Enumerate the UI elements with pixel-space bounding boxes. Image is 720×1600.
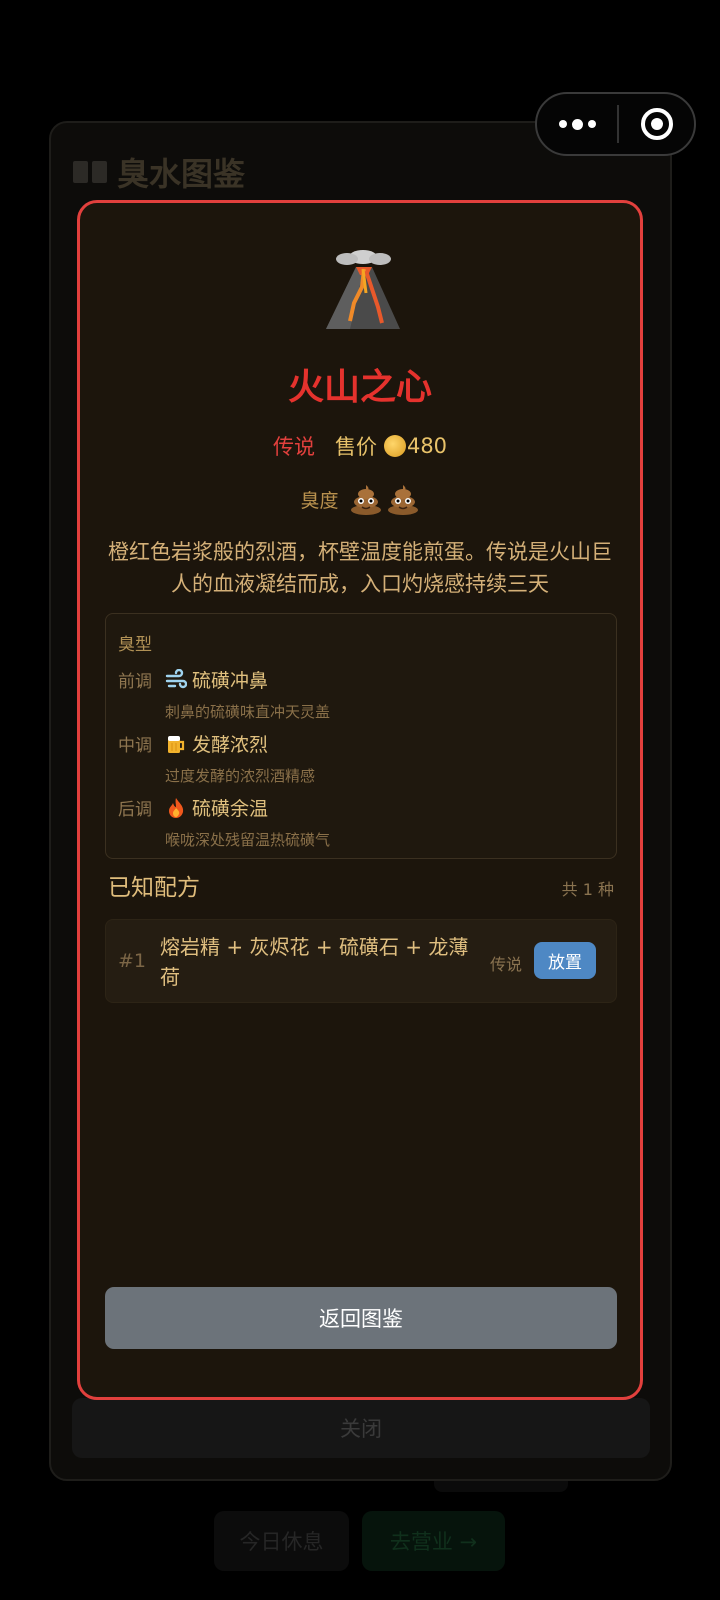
target-circle-icon[interactable] [619,94,694,154]
open-shop-button[interactable]: 去营业 → [362,1511,505,1571]
poop-icon [387,485,418,515]
price-value: 480 [406,434,448,458]
drink-name: 火山之心 [287,367,432,408]
rest-today-button[interactable]: 今日休息 [214,1511,349,1571]
recipes-count: 共 1 种 [561,880,614,899]
recipe-ingredients: 熔岩精 + 灰烬花 + 硫磺石 + 龙薄荷 [160,935,469,989]
volcano-icon [326,250,400,329]
scent-title: 臭型 [118,635,152,655]
note-label: 前调 [118,672,152,692]
note-name: 硫磺冲鼻 [192,670,269,692]
more-dots-icon[interactable] [537,94,617,154]
note-name: 硫磺余温 [192,798,269,820]
recipe-index: #1 [118,950,147,972]
note-label: 后调 [118,800,152,820]
stink-rating [349,483,420,515]
note-description: 喉咙深处残留温热硫磺气 [165,831,331,849]
codex-close-button[interactable]: 关闭 [72,1398,650,1458]
note-description: 刺鼻的硫磺味直冲天灵盖 [165,703,331,721]
note-name: 发酵浓烈 [192,734,269,756]
poop-icon [350,485,381,515]
fire-icon [169,797,184,818]
drink-detail-card: 火山之心 传说 售价 480 臭度 橙红色岩浆般的烈酒，杯壁温度能煎蛋。传说是火… [77,200,643,1400]
coin-icon [383,435,406,457]
stink-label: 臭度 [300,489,339,512]
scent-profile: 臭型 前调 硫磺冲鼻 刺鼻的硫磺味直冲天灵盖 中调 发酵浓烈 过度发酵的浓烈酒精… [105,613,617,859]
note-description: 过度发酵的浓烈酒精感 [165,767,316,785]
back-to-codex-button[interactable]: 返回图鉴 [105,1287,617,1349]
drink-description: 橙红色岩浆般的烈酒，杯壁温度能煎蛋。传说是火山巨人的血液凝结而成，入口灼烧感持续… [108,540,612,596]
recipe-rarity: 传说 [490,955,523,974]
drink-meta: 传说 售价 480 [80,431,640,461]
wind-icon [165,668,187,688]
beer-mug-icon [168,735,185,753]
open-book-icon [73,159,107,185]
rarity-badge: 传说 [272,435,315,459]
known-recipes-title: 已知配方 [108,875,200,901]
note-label: 中调 [118,736,152,756]
recipe-item: #1 熔岩精 + 灰烬花 + 硫磺石 + 龙薄荷 传说 放置 [105,919,617,1003]
top-note: 前调 硫磺冲鼻 刺鼻的硫磺味直冲天灵盖 [118,666,330,722]
screen: 今日休息 去营业 → 臭水图鉴 关闭 火山之心 传说 售价 480 臭度 橙红色… [0,0,720,1600]
stink-level: 臭度 [80,483,640,515]
middle-note: 中调 发酵浓烈 过度发酵的浓烈酒精感 [118,730,315,786]
codex-title-text: 臭水图鉴 [117,155,246,193]
base-note: 后调 硫磺余温 喉咙深处残留温热硫磺气 [118,794,330,850]
miniprogram-capsule [535,92,696,156]
codex-title: 臭水图鉴 [73,149,245,195]
place-recipe-button[interactable]: 放置 [534,942,596,979]
price-label: 售价 [334,435,377,459]
